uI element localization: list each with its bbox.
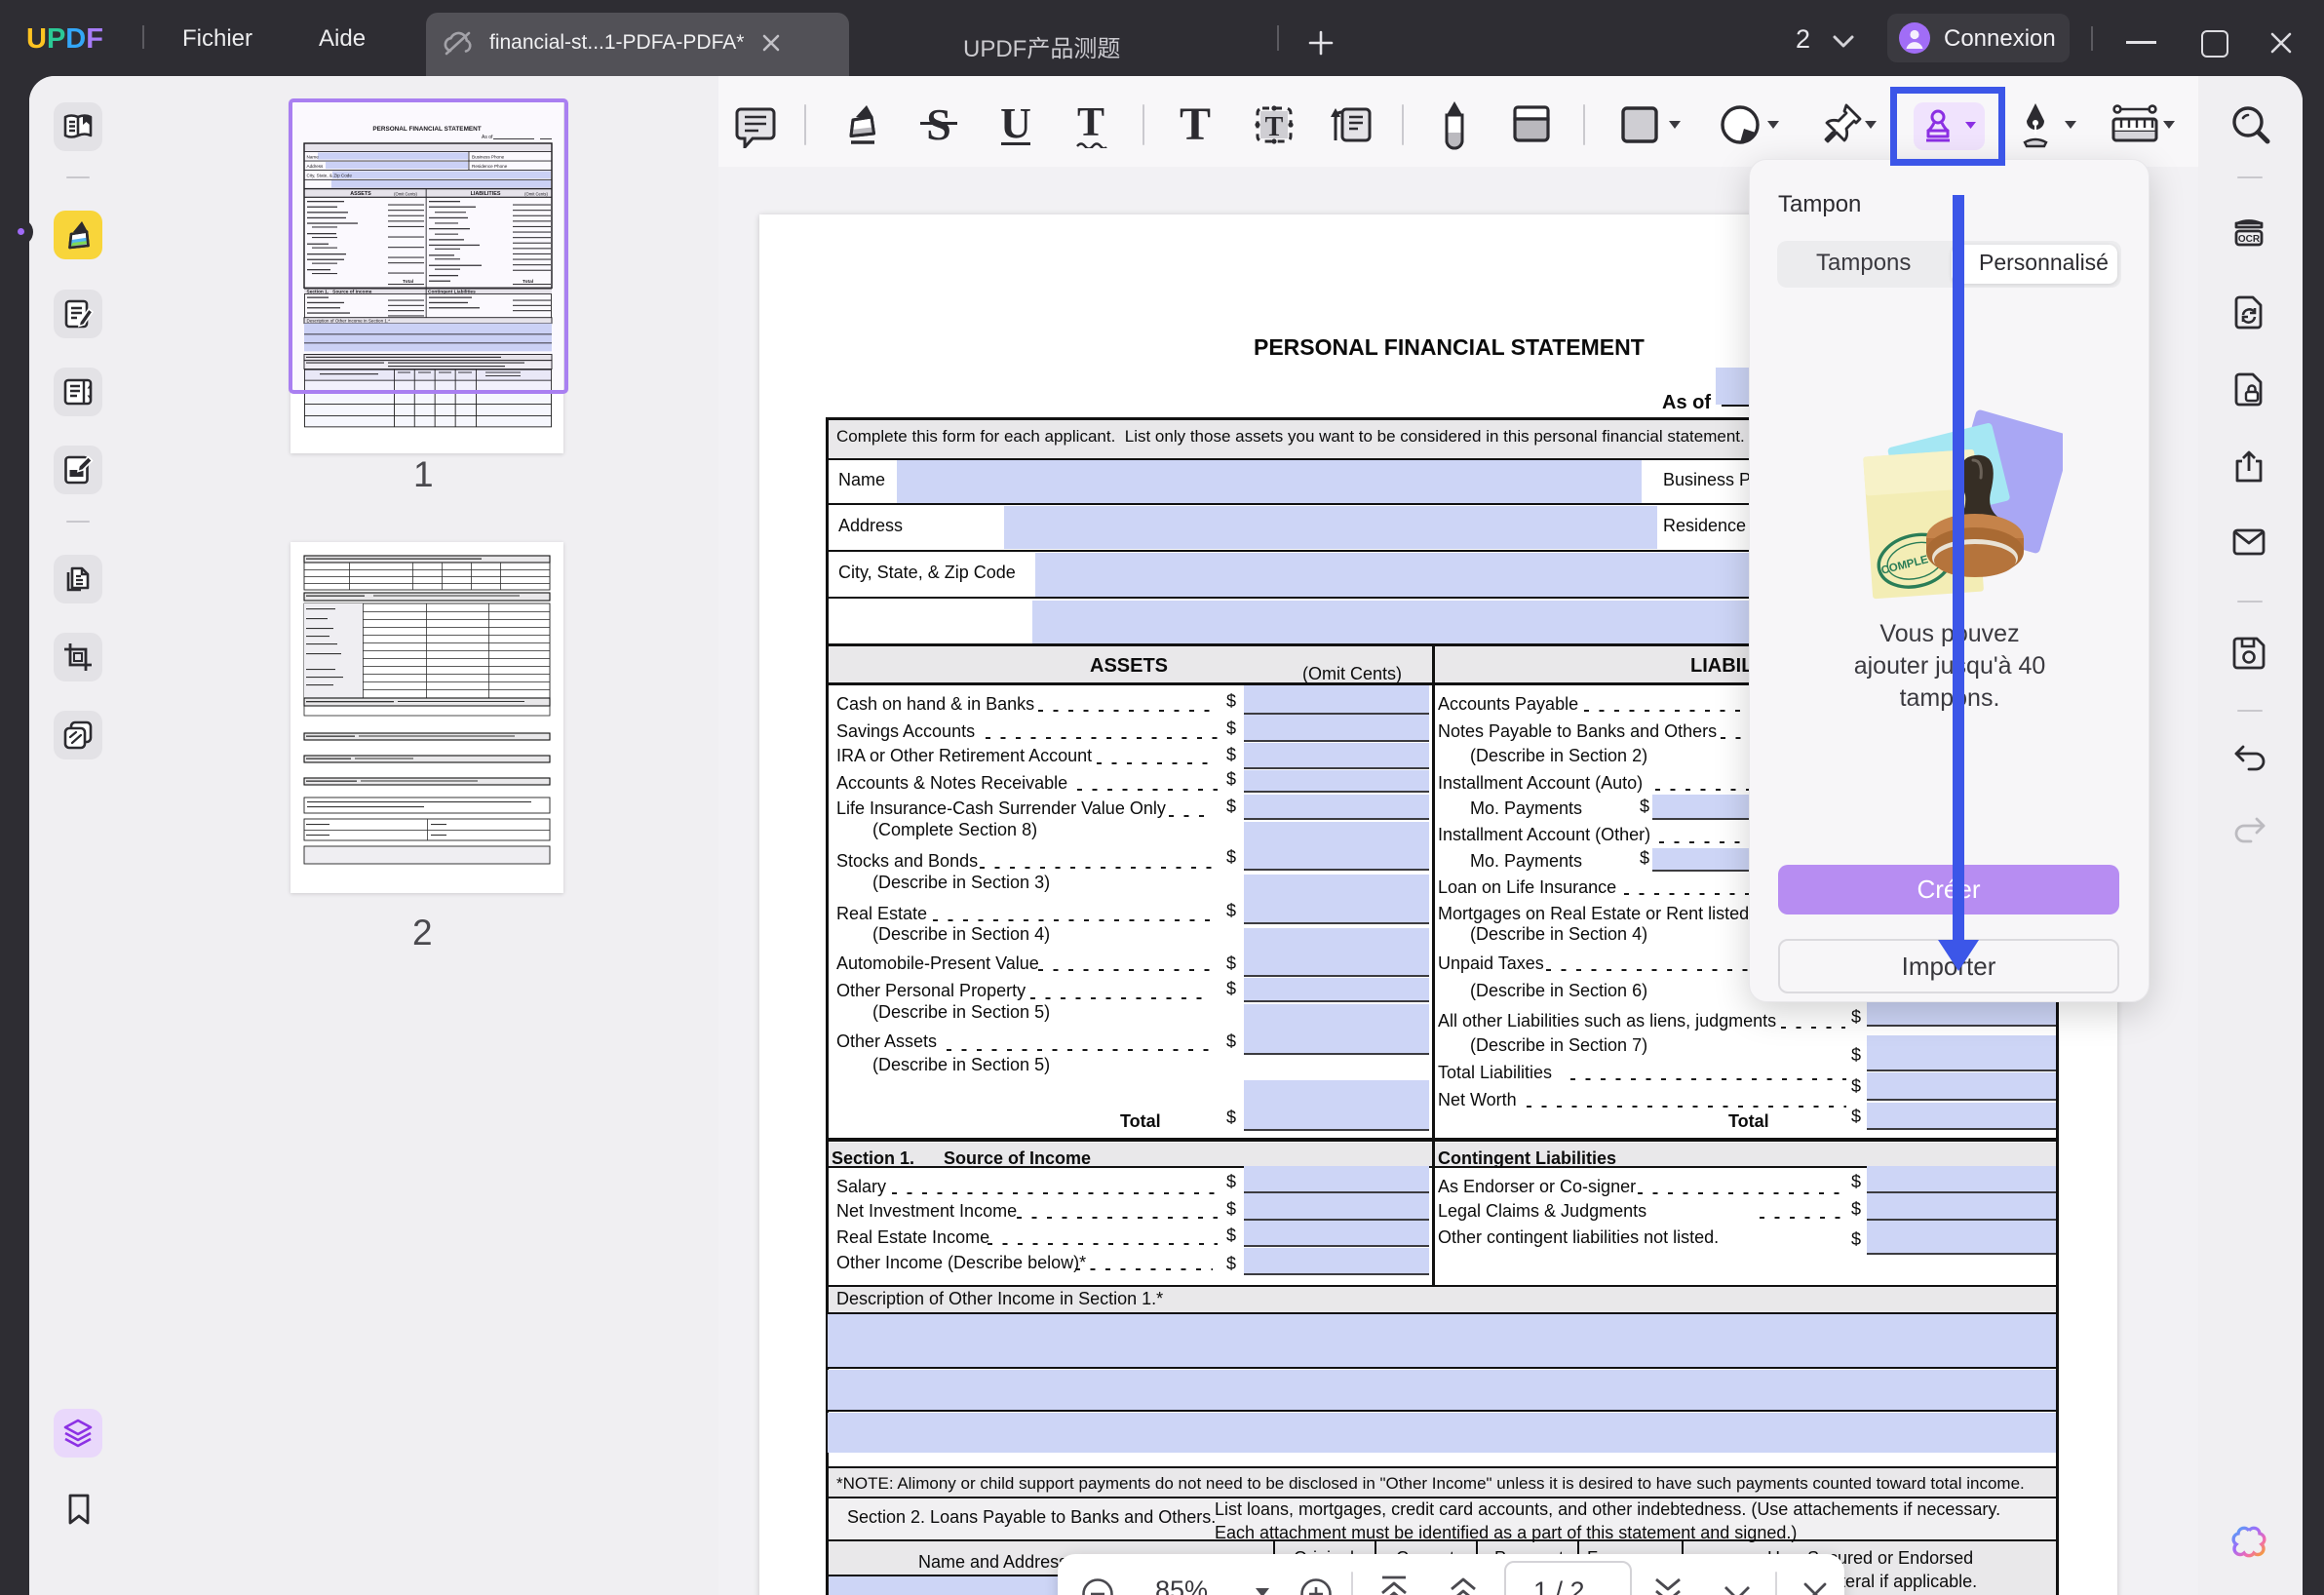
svg-text:OCR: OCR [2238, 234, 2261, 245]
svg-text:T: T [1265, 112, 1284, 142]
